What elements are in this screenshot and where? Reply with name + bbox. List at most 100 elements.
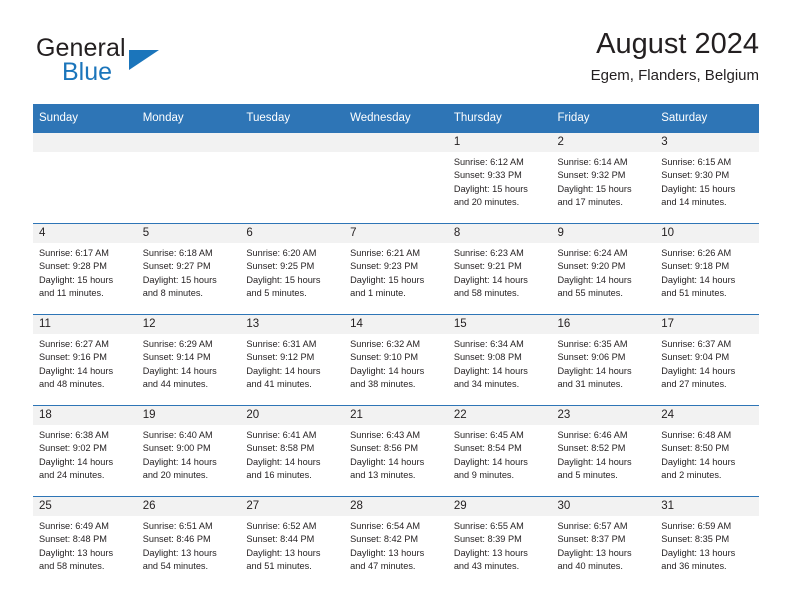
daylight-text-line1: Daylight: 14 hours [246, 365, 321, 376]
sunset-text: Sunset: 9:14 PM [142, 352, 211, 363]
daylight-text-line1: Daylight: 13 hours [661, 547, 736, 558]
sunrise-text: Sunrise: 6:21 AM [350, 248, 421, 258]
page-title: August 2024 [596, 28, 759, 60]
calendar-day-cell[interactable]: 25 Sunrise: 6:49 AM Sunset: 8:48 PM Dayligh… [33, 496, 137, 587]
sunset-text: Sunset: 8:50 PM [661, 443, 730, 454]
day-details: Sunrise: 6:17 AM Sunset: 9:28 PM Daylight:… [33, 243, 137, 301]
sunset-text: Sunset: 9:00 PM [142, 443, 211, 454]
daylight-text-line2: and 55 minutes. [557, 288, 623, 299]
day-details: Sunrise: 6:49 AM Sunset: 8:48 PM Daylight:… [33, 516, 137, 574]
calendar-day-cell[interactable]: 13 Sunrise: 6:31 AM Sunset: 9:12 PM Dayligh… [240, 314, 345, 406]
daylight-text-line2: and 40 minutes. [557, 561, 623, 572]
calendar-day-cell[interactable]: 3 Sunrise: 6:15 AM Sunset: 9:30 PM Daylight… [655, 132, 759, 224]
daylight-text-line2: and 5 minutes. [246, 288, 307, 299]
calendar-day-cell[interactable]: 28 Sunrise: 6:54 AM Sunset: 8:42 PM Dayligh… [344, 496, 448, 587]
daylight-text-line1: Daylight: 14 hours [557, 274, 632, 285]
calendar-day-cell[interactable]: 5 Sunrise: 6:18 AM Sunset: 9:27 PM Daylight… [136, 223, 241, 315]
sunset-text: Sunset: 9:18 PM [661, 261, 730, 272]
calendar-day-cell[interactable]: 19 Sunrise: 6:40 AM Sunset: 9:00 PM Dayligh… [136, 405, 241, 497]
daylight-text-line2: and 24 minutes. [39, 470, 105, 481]
day-details: Sunrise: 6:41 AM Sunset: 8:58 PM Daylight:… [240, 425, 344, 483]
calendar-day-cell[interactable]: 16 Sunrise: 6:35 AM Sunset: 9:06 PM Dayligh… [551, 314, 656, 406]
daylight-text-line2: and 2 minutes. [661, 470, 722, 481]
daylight-text-line2: and 1 minute. [350, 288, 406, 299]
calendar-day-cell[interactable]: 20 Sunrise: 6:41 AM Sunset: 8:58 PM Dayligh… [240, 405, 345, 497]
page-subtitle: Egem, Flanders, Belgium [590, 67, 759, 85]
calendar-day-cell[interactable]: 10 Sunrise: 6:26 AM Sunset: 9:18 PM Dayligh… [655, 223, 759, 315]
calendar-day-cell[interactable]: 18 Sunrise: 6:38 AM Sunset: 9:02 PM Dayligh… [33, 405, 137, 497]
sunset-text: Sunset: 8:54 PM [453, 443, 522, 454]
daylight-text-line1: Daylight: 15 hours [142, 274, 217, 285]
sunrise-text: Sunrise: 6:41 AM [246, 430, 317, 440]
calendar-day-cell[interactable]: 21 Sunrise: 6:43 AM Sunset: 8:56 PM Dayligh… [344, 405, 448, 497]
sunrise-text: Sunrise: 6:57 AM [557, 521, 628, 531]
calendar-day-cell[interactable]: 30 Sunrise: 6:57 AM Sunset: 8:37 PM Dayligh… [551, 496, 656, 587]
day-details: Sunrise: 6:12 AM Sunset: 9:33 PM Daylight:… [448, 152, 552, 210]
calendar-day-cell[interactable]: 11 Sunrise: 6:27 AM Sunset: 9:16 PM Dayligh… [33, 314, 137, 406]
calendar-day-cell[interactable]: 6 Sunrise: 6:20 AM Sunset: 9:25 PM Daylight… [240, 223, 345, 315]
calendar-day-cell[interactable]: 31 Sunrise: 6:59 AM Sunset: 8:35 PM Dayligh… [655, 496, 759, 587]
day-number: 25 [33, 497, 137, 516]
sunrise-text: Sunrise: 6:14 AM [557, 157, 628, 167]
day-details: Sunrise: 6:43 AM Sunset: 8:56 PM Daylight:… [344, 425, 448, 483]
calendar-day-cell[interactable]: 17 Sunrise: 6:37 AM Sunset: 9:04 PM Dayligh… [655, 314, 759, 406]
sunrise-text: Sunrise: 6:55 AM [453, 521, 524, 531]
day-details: Sunrise: 6:32 AM Sunset: 9:10 PM Daylight:… [344, 334, 448, 392]
calendar-week-row: 25 Sunrise: 6:49 AM Sunset: 8:48 PM Dayligh… [33, 496, 759, 587]
calendar-day-cell-empty [240, 132, 345, 224]
sunset-text: Sunset: 9:12 PM [246, 352, 315, 363]
sunset-text: Sunset: 9:16 PM [39, 352, 107, 363]
calendar-day-cell[interactable]: 15 Sunrise: 6:34 AM Sunset: 9:08 PM Dayligh… [447, 314, 552, 406]
calendar-day-cell[interactable]: 2 Sunrise: 6:14 AM Sunset: 9:32 PM Daylight… [551, 132, 656, 224]
sunrise-text: Sunrise: 6:12 AM [453, 157, 524, 167]
daylight-text-line2: and 43 minutes. [453, 561, 520, 572]
sunset-text: Sunset: 8:52 PM [557, 443, 626, 454]
day-number: 22 [447, 406, 552, 425]
day-details: Sunrise: 6:15 AM Sunset: 9:30 PM Daylight:… [655, 152, 759, 210]
calendar-day-cell[interactable]: 29 Sunrise: 6:55 AM Sunset: 8:39 PM Dayligh… [447, 496, 552, 587]
sunrise-text: Sunrise: 6:43 AM [350, 430, 421, 440]
sunrise-text: Sunrise: 6:31 AM [246, 339, 317, 349]
day-details: Sunrise: 6:20 AM Sunset: 9:25 PM Daylight:… [240, 243, 344, 301]
daylight-text-line1: Daylight: 14 hours [350, 365, 425, 376]
daylight-text-line1: Daylight: 14 hours [453, 456, 528, 467]
calendar-week-row: 1 Sunrise: 6:12 AM Sunset: 9:33 PM Daylight… [33, 132, 759, 224]
calendar-day-cell[interactable]: 12 Sunrise: 6:29 AM Sunset: 9:14 PM Dayligh… [136, 314, 241, 406]
day-details: Sunrise: 6:54 AM Sunset: 8:42 PM Daylight:… [344, 516, 448, 574]
day-details: Sunrise: 6:38 AM Sunset: 9:02 PM Daylight:… [33, 425, 137, 483]
day-number: 19 [136, 406, 241, 425]
calendar-week-row: 18 Sunrise: 6:38 AM Sunset: 9:02 PM Dayligh… [33, 405, 759, 497]
calendar-day-cell[interactable]: 8 Sunrise: 6:23 AM Sunset: 9:21 PM Daylight… [447, 223, 552, 315]
calendar-day-cell[interactable]: 14 Sunrise: 6:32 AM Sunset: 9:10 PM Dayligh… [344, 314, 448, 406]
sunrise-text: Sunrise: 6:29 AM [142, 339, 213, 349]
title-block: August 2024 Egem, Flanders, Belgium [591, 28, 759, 85]
day-number: 29 [447, 497, 552, 516]
calendar-day-cell[interactable]: 1 Sunrise: 6:12 AM Sunset: 9:33 PM Daylight… [447, 132, 552, 224]
day-details: Sunrise: 6:34 AM Sunset: 9:08 PM Daylight:… [448, 334, 552, 392]
weekday-header-wednesday: Wednesday [344, 104, 448, 133]
calendar-day-cell[interactable]: 9 Sunrise: 6:24 AM Sunset: 9:20 PM Daylight… [551, 223, 656, 315]
calendar-week-row: 4 Sunrise: 6:17 AM Sunset: 9:28 PM Daylight… [33, 223, 759, 315]
sunset-text: Sunset: 9:32 PM [557, 170, 626, 181]
calendar-day-cell[interactable]: 24 Sunrise: 6:48 AM Sunset: 8:50 PM Dayligh… [655, 405, 759, 497]
day-number: 11 [33, 315, 137, 334]
calendar-day-cell[interactable]: 4 Sunrise: 6:17 AM Sunset: 9:28 PM Daylight… [33, 223, 137, 315]
calendar-day-cell[interactable]: 7 Sunrise: 6:21 AM Sunset: 9:23 PM Daylight… [344, 223, 448, 315]
sunrise-text: Sunrise: 6:38 AM [39, 430, 109, 440]
day-number: 17 [655, 315, 759, 334]
daylight-text-line1: Daylight: 13 hours [350, 547, 425, 558]
day-number [136, 133, 241, 152]
sunset-text: Sunset: 9:10 PM [350, 352, 419, 363]
sunset-text: Sunset: 9:04 PM [661, 352, 730, 363]
day-number: 9 [551, 224, 656, 243]
weekday-header-thursday: Thursday [447, 104, 552, 133]
sunset-text: Sunset: 9:27 PM [142, 261, 211, 272]
calendar-day-cell[interactable]: 27 Sunrise: 6:52 AM Sunset: 8:44 PM Dayligh… [240, 496, 345, 587]
brand-logo[interactable]: General Blue [33, 36, 253, 88]
calendar-day-cell[interactable]: 26 Sunrise: 6:51 AM Sunset: 8:46 PM Dayligh… [136, 496, 241, 587]
daylight-text-line2: and 58 minutes. [453, 288, 520, 299]
sunrise-text: Sunrise: 6:23 AM [453, 248, 524, 258]
calendar-day-cell[interactable]: 22 Sunrise: 6:45 AM Sunset: 8:54 PM Dayligh… [447, 405, 552, 497]
calendar-day-cell[interactable]: 23 Sunrise: 6:46 AM Sunset: 8:52 PM Dayligh… [551, 405, 656, 497]
daylight-text-line2: and 54 minutes. [142, 561, 209, 572]
